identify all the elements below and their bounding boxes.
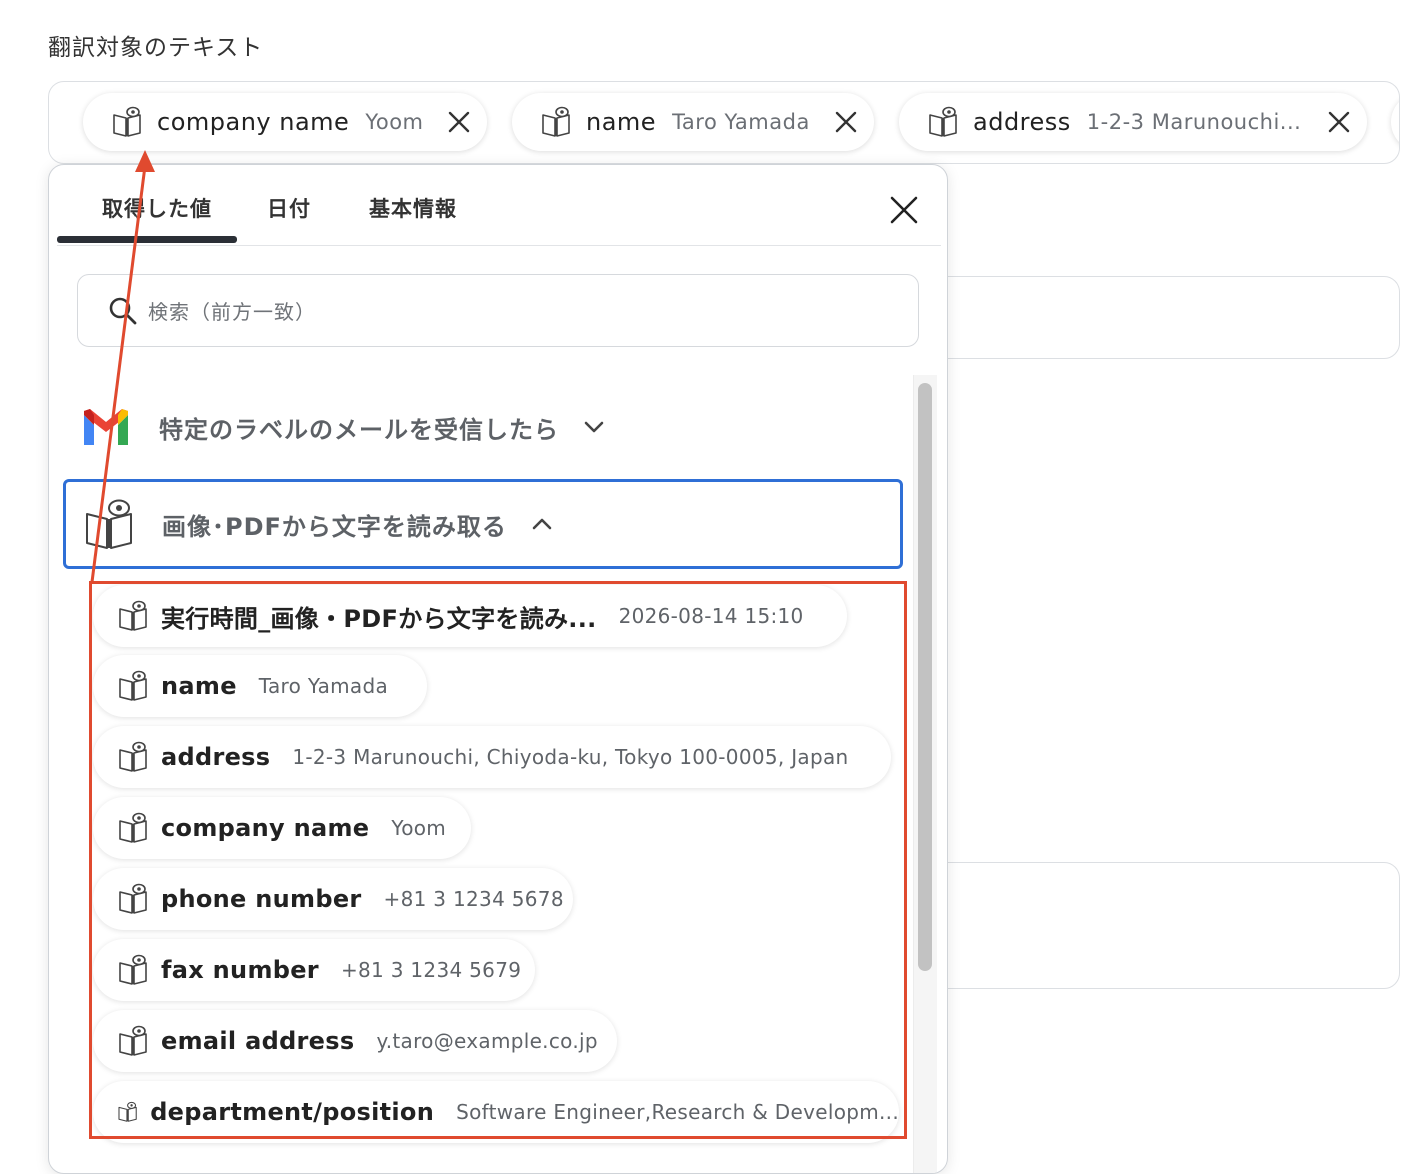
ocr-book-icon: [119, 741, 147, 772]
selected-values-field[interactable]: company name Yoom name Taro Yamada addre…: [48, 81, 1400, 164]
output-item-fax-number[interactable]: fax number +81 3 1234 5679: [93, 939, 535, 1001]
tab-acquired-values[interactable]: 取得した値: [102, 193, 212, 223]
chip-value: Taro Yamada: [672, 110, 810, 134]
output-item-phone-number[interactable]: phone number +81 3 1234 5678: [93, 868, 573, 930]
item-label: email address: [161, 1027, 355, 1055]
gmail-icon: [84, 409, 128, 445]
chip-value: Yoom: [365, 110, 424, 134]
tab-basic-info[interactable]: 基本情報: [369, 193, 457, 223]
output-item-email-address[interactable]: email address y.taro@example.co.jp: [93, 1010, 617, 1072]
output-item-name[interactable]: name Taro Yamada: [93, 655, 427, 717]
search-placeholder: 検索（前方一致）: [148, 300, 316, 324]
item-value: 1-2-3 Marunouchi, Chiyoda-ku, Tokyo 100-…: [292, 745, 849, 769]
ocr-book-icon: [113, 106, 141, 137]
item-value: +81 3 1234 5679: [340, 958, 522, 982]
close-icon[interactable]: [1327, 110, 1351, 134]
ocr-book-icon: [86, 499, 132, 549]
item-label: fax number: [161, 956, 319, 984]
item-label: company name: [161, 814, 370, 842]
value-picker-popup: 取得した値 日付 基本情報 検索（前方一致） 特定のラベルのメールを受信したら: [48, 164, 948, 1174]
background-input-box[interactable]: [900, 862, 1400, 989]
chevron-up-icon: [532, 518, 552, 530]
close-icon[interactable]: [889, 195, 919, 225]
item-label: 実行時間_画像・PDFから文字を読み...: [161, 604, 597, 633]
item-value: Taro Yamada: [258, 674, 389, 698]
output-item-address[interactable]: address 1-2-3 Marunouchi, Chiyoda-ku, To…: [93, 726, 891, 788]
search-icon: [109, 297, 137, 324]
chip-value: 1-2-3 Marunouchi...: [1086, 110, 1302, 134]
chevron-down-icon: [584, 421, 604, 433]
selected-chip-company-name[interactable]: company name Yoom: [83, 93, 487, 151]
item-value: Yoom: [391, 816, 447, 840]
item-label: address: [161, 743, 271, 771]
selected-chip-address[interactable]: address 1-2-3 Marunouchi...: [899, 93, 1367, 151]
group-ocr-action[interactable]: 画像･PDFから文字を読み取る: [63, 479, 903, 569]
ocr-book-icon: [119, 1025, 147, 1056]
scrollbar-thumb[interactable]: [918, 383, 932, 971]
output-item-company-name[interactable]: company name Yoom: [93, 797, 471, 859]
item-label: department/position: [150, 1098, 435, 1126]
chip-label: name: [586, 108, 657, 136]
tab-bar: 取得した値 日付 基本情報: [57, 165, 941, 246]
active-tab-indicator: [57, 236, 237, 243]
item-label: phone number: [161, 885, 362, 913]
output-item-execution-time[interactable]: 実行時間_画像・PDFから文字を読み... 2026-08-14 15:10: [93, 585, 847, 647]
item-value: 2026-08-14 15:10: [618, 604, 804, 628]
chip-label: address: [973, 108, 1071, 136]
item-value: Software Engineer,Research & Developm...: [456, 1100, 899, 1124]
group-label: 特定のラベルのメールを受信したら: [159, 415, 559, 444]
ocr-book-icon: [119, 954, 147, 985]
item-value: y.taro@example.co.jp: [376, 1029, 598, 1053]
chip-label: company name: [157, 108, 350, 136]
search-input[interactable]: 検索（前方一致）: [77, 274, 919, 347]
ocr-book-icon: [119, 600, 147, 631]
ocr-book-icon: [118, 1101, 137, 1122]
group-label: 画像･PDFから文字を読み取る: [162, 512, 507, 541]
ocr-book-icon: [929, 106, 957, 137]
selected-chip-partial[interactable]: [1391, 93, 1399, 151]
ocr-book-icon: [119, 670, 147, 701]
item-label: name: [161, 672, 237, 700]
tab-date[interactable]: 日付: [267, 193, 311, 223]
group-gmail-trigger[interactable]: 特定のラベルのメールを受信したら: [63, 382, 903, 472]
background-input-box[interactable]: [900, 276, 1400, 359]
selected-chip-name[interactable]: name Taro Yamada: [512, 93, 874, 151]
ocr-book-icon: [542, 106, 570, 137]
section-title: 翻訳対象のテキスト: [48, 35, 264, 61]
close-icon[interactable]: [834, 110, 858, 134]
ocr-book-icon: [119, 812, 147, 843]
item-value: +81 3 1234 5678: [383, 887, 564, 911]
output-item-department-position[interactable]: department/position Software Engineer,Re…: [93, 1081, 899, 1143]
ocr-book-icon: [119, 883, 147, 914]
close-icon[interactable]: [447, 110, 471, 134]
